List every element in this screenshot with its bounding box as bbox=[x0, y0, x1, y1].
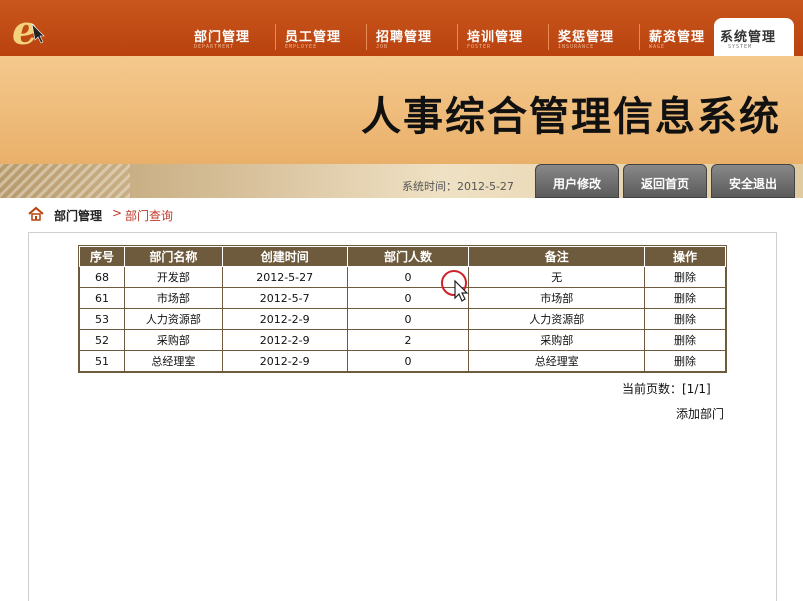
cell-created: 2012-5-27 bbox=[221, 266, 348, 288]
nav-item-training[interactable]: 培训管理 FOSTER bbox=[457, 18, 547, 56]
department-table: 序号 部门名称 创建时间 部门人数 备注 操作 68 开发部 2012-5-27… bbox=[78, 245, 727, 373]
nav-label: 培训管理 bbox=[467, 30, 524, 45]
system-time: 系统时间：2012-5-27 bbox=[402, 178, 514, 194]
pagination-info: 当前页数：[1/1] bbox=[622, 382, 711, 396]
delete-link[interactable]: 删除 bbox=[644, 308, 726, 330]
table-row: 53 人力资源部 2012-2-9 0 人力资源部 删除 bbox=[79, 308, 726, 330]
header-banner: 人事综合管理信息系统 bbox=[0, 56, 803, 164]
nav-sublabel: JOB bbox=[376, 44, 389, 50]
nav-label: 系统管理 bbox=[720, 30, 777, 45]
cell-name: 市场部 bbox=[123, 287, 223, 309]
nav-sublabel: EMPLOYEE bbox=[285, 44, 318, 50]
system-time-label: 系统时间： bbox=[402, 180, 457, 193]
nav-label: 部门管理 bbox=[194, 30, 251, 45]
cell-remark: 采购部 bbox=[468, 329, 646, 351]
nav-label: 薪资管理 bbox=[649, 30, 706, 45]
nav-item-rewards[interactable]: 奖惩管理 INSURANCE bbox=[548, 18, 638, 56]
cell-remark: 人力资源部 bbox=[468, 308, 646, 330]
nav-item-system[interactable]: 系统管理 SYSTEM bbox=[714, 18, 794, 56]
col-header-action: 操作 bbox=[644, 246, 726, 267]
cell-id: 52 bbox=[79, 329, 125, 351]
table-row: 68 开发部 2012-5-27 0 无 删除 bbox=[79, 266, 726, 288]
cell-name: 人力资源部 bbox=[123, 308, 223, 330]
nav-sublabel: INSURANCE bbox=[558, 44, 595, 50]
cell-id: 68 bbox=[79, 266, 125, 288]
system-time-value: 2012-5-27 bbox=[457, 180, 514, 193]
nav-item-recruitment[interactable]: 招聘管理 JOB bbox=[366, 18, 456, 56]
nav-sublabel: DEPARTMENT bbox=[194, 44, 235, 50]
nav-sublabel: SYSTEM bbox=[728, 44, 753, 50]
cell-remark: 无 bbox=[468, 266, 646, 288]
cell-id: 51 bbox=[79, 350, 125, 372]
col-header-count: 部门人数 bbox=[346, 246, 470, 267]
cell-count: 0 bbox=[346, 350, 470, 372]
nav-divider bbox=[639, 24, 640, 50]
cell-created: 2012-2-9 bbox=[221, 329, 348, 351]
cell-name: 采购部 bbox=[123, 329, 223, 351]
decorative-stripes bbox=[0, 164, 130, 198]
cell-count: 0 bbox=[346, 308, 470, 330]
system-title: 人事综合管理信息系统 bbox=[361, 93, 781, 140]
nav-label: 奖惩管理 bbox=[558, 30, 615, 45]
nav-divider bbox=[457, 24, 458, 50]
cell-remark: 市场部 bbox=[468, 287, 646, 309]
cell-created: 2012-2-9 bbox=[221, 308, 348, 330]
user-edit-button[interactable]: 用户修改 bbox=[535, 164, 619, 198]
cell-id: 53 bbox=[79, 308, 125, 330]
col-header-name: 部门名称 bbox=[123, 246, 223, 267]
logout-button[interactable]: 安全退出 bbox=[711, 164, 795, 198]
add-department-link[interactable]: 添加部门 bbox=[676, 405, 724, 422]
delete-link[interactable]: 删除 bbox=[644, 350, 726, 372]
mouse-cursor-icon bbox=[441, 270, 469, 302]
breadcrumb-separator: > bbox=[112, 206, 123, 220]
delete-link[interactable]: 删除 bbox=[644, 266, 726, 288]
cell-name: 总经理室 bbox=[123, 350, 223, 372]
nav-item-employee[interactable]: 员工管理 EMPLOYEE bbox=[275, 18, 365, 56]
cell-name: 开发部 bbox=[123, 266, 223, 288]
nav-sublabel: WAGE bbox=[649, 44, 666, 50]
table-row: 51 总经理室 2012-2-9 0 总经理室 删除 bbox=[79, 350, 726, 372]
delete-link[interactable]: 删除 bbox=[644, 287, 726, 309]
table-row: 52 采购部 2012-2-9 2 采购部 删除 bbox=[79, 329, 726, 351]
top-nav-bar: e 部门管理 DEPARTMENT 员工管理 EMPLOYEE 招聘管理 JOB… bbox=[0, 0, 803, 56]
cell-id: 61 bbox=[79, 287, 125, 309]
col-header-id: 序号 bbox=[79, 246, 125, 267]
nav-divider bbox=[366, 24, 367, 50]
sub-toolbar: 系统时间：2012-5-27 用户修改 返回首页 安全退出 bbox=[0, 164, 803, 198]
col-header-remark: 备注 bbox=[468, 246, 646, 267]
home-icon bbox=[28, 206, 44, 221]
table-header-row: 序号 部门名称 创建时间 部门人数 备注 操作 bbox=[79, 246, 726, 267]
breadcrumb-parent[interactable]: 部门管理 bbox=[54, 207, 102, 224]
nav-sublabel: FOSTER bbox=[467, 44, 492, 50]
nav-divider bbox=[548, 24, 549, 50]
cell-remark: 总经理室 bbox=[468, 350, 646, 372]
delete-link[interactable]: 删除 bbox=[644, 329, 726, 351]
e-logo-icon: e bbox=[12, 7, 45, 50]
back-home-button[interactable]: 返回首页 bbox=[623, 164, 707, 198]
nav-divider bbox=[275, 24, 276, 50]
col-header-created: 创建时间 bbox=[221, 246, 348, 267]
cell-created: 2012-5-7 bbox=[221, 287, 348, 309]
nav-item-department[interactable]: 部门管理 DEPARTMENT bbox=[188, 18, 274, 56]
cell-created: 2012-2-9 bbox=[221, 350, 348, 372]
nav-label: 招聘管理 bbox=[376, 30, 433, 45]
table-row: 61 市场部 2012-5-7 0 市场部 删除 bbox=[79, 287, 726, 309]
cell-count: 2 bbox=[346, 329, 470, 351]
breadcrumb-current: 部门查询 bbox=[125, 209, 174, 223]
nav-label: 员工管理 bbox=[285, 30, 342, 45]
